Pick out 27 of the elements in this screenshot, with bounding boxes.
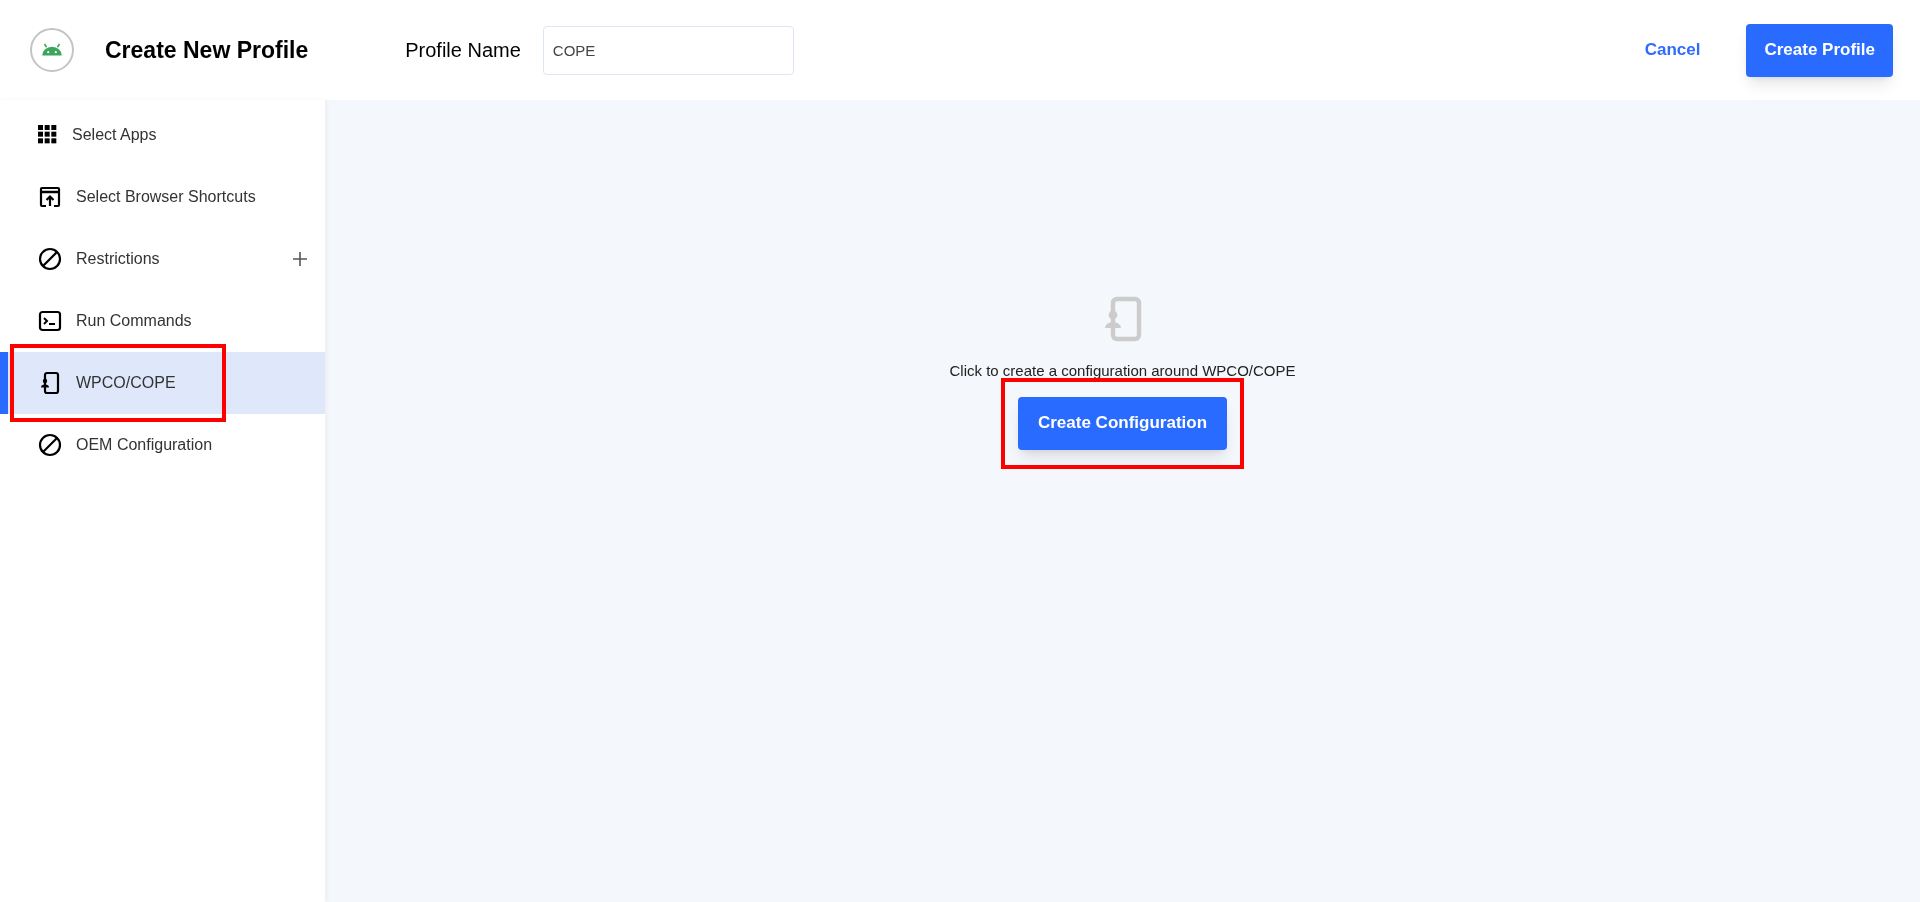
grid-icon <box>38 125 58 145</box>
sidebar-item[interactable]: Select Apps <box>0 104 325 166</box>
terminal-icon <box>38 309 62 333</box>
profile-name-label: Profile Name <box>405 38 521 63</box>
sidebar-item-label: WPCO/COPE <box>76 373 177 393</box>
blocked-icon <box>38 433 62 457</box>
android-logo <box>30 28 74 72</box>
sidebar-item[interactable]: OEM Configuration <box>0 414 325 476</box>
create-profile-button[interactable]: Create Profile <box>1746 23 1893 77</box>
sidebar-item[interactable]: WPCO/COPE <box>0 352 325 414</box>
sidebar-item[interactable]: Select Browser Shortcuts <box>0 166 325 228</box>
sidebar-item-label: OEM Configuration <box>76 435 214 455</box>
blocked-icon <box>38 247 62 271</box>
sidebar-item-label: Run Commands <box>76 311 193 331</box>
sidebar-item-label: Restrictions <box>76 249 161 269</box>
cancel-link[interactable]: Cancel <box>1644 37 1701 63</box>
page-title: Create New Profile <box>105 35 309 65</box>
upload-window-icon <box>38 185 62 209</box>
sidebar-item-label: Select Apps <box>72 125 158 145</box>
create-configuration-button[interactable]: Create Configuration <box>1017 396 1228 450</box>
sidebar-item[interactable]: Run Commands <box>0 290 325 352</box>
phone-person-icon <box>38 371 62 395</box>
profile-name-field[interactable]: COPE <box>542 25 794 75</box>
sidebar-item-label: Select Browser Shortcuts <box>76 187 257 207</box>
plus-icon[interactable] <box>293 252 307 266</box>
empty-state-message: Click to create a configuration around WPCO/COPE <box>949 361 1296 381</box>
sidebar-item[interactable]: Restrictions <box>0 228 325 290</box>
